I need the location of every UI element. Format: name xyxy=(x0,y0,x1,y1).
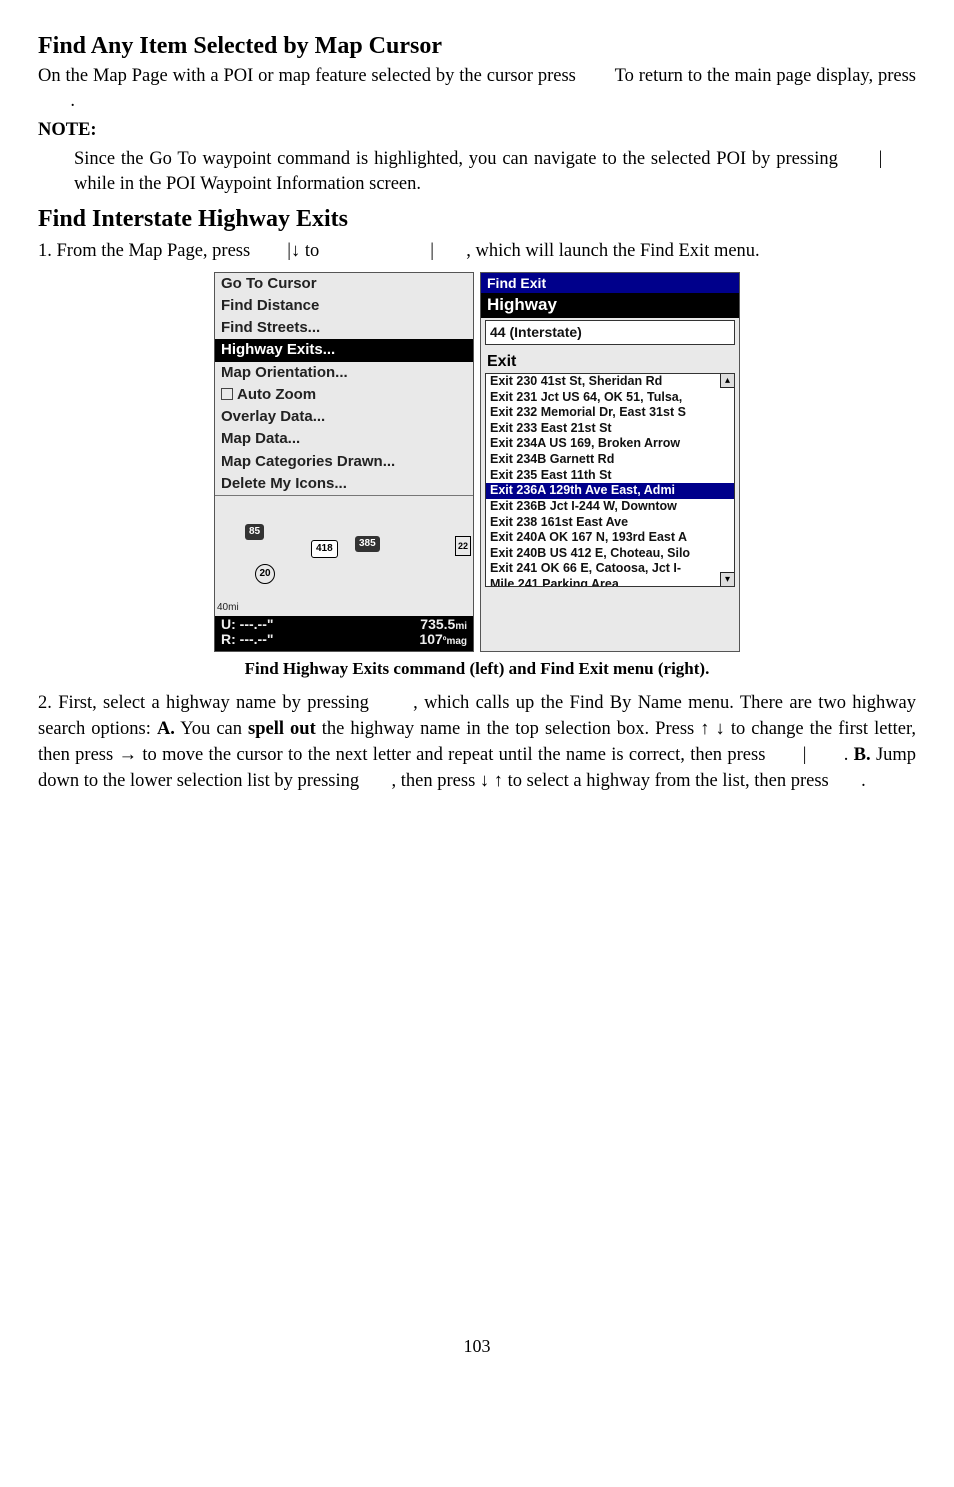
scroll-down-button[interactable]: ▾ xyxy=(720,572,734,586)
text-bold-a: A. xyxy=(157,719,175,739)
distance-unit: mi xyxy=(455,621,467,632)
status-bar: U: ---.--" R: ---.--" 735.5mi 107ºmag xyxy=(215,616,473,651)
heading-find-any-item: Find Any Item Selected by Map Cursor xyxy=(38,30,916,62)
text: , which will launch the Find Exit menu. xyxy=(466,241,759,261)
u-value: ---.--" xyxy=(240,616,274,632)
r-value: ---.--" xyxy=(240,631,274,647)
paragraph-find-any-item: On the Map Page with a POI or map featur… xyxy=(38,64,916,114)
menu-item-map-categories-drawn[interactable]: Map Categories Drawn... xyxy=(215,451,473,473)
hwy-shield-385: 385 xyxy=(355,536,380,552)
map-area: 85 418 385 20 40mi 22 xyxy=(215,495,473,616)
text: | xyxy=(803,745,807,765)
text: . xyxy=(70,91,75,111)
exit-row[interactable]: Exit 238 161st East Ave xyxy=(486,515,734,531)
hwy-marker-22: 22 xyxy=(455,536,471,556)
panel-title-find-exit: Find Exit xyxy=(481,273,739,294)
exit-row[interactable]: Exit 240A OK 167 N, 193rd East A xyxy=(486,530,734,546)
up-arrow-icon: ▴ xyxy=(721,374,734,388)
menu-item-delete-my-icons[interactable]: Delete My Icons... xyxy=(215,473,473,495)
down-arrow-icon: ↓ xyxy=(291,239,300,260)
down-arrow-icon: ↓ xyxy=(716,717,725,738)
note-body: Since the Go To waypoint command is high… xyxy=(74,147,916,197)
text: to xyxy=(305,241,324,261)
text: to select a highway from the list, then … xyxy=(508,771,834,791)
text: 2. First, select a highway name by press… xyxy=(38,693,375,713)
text: You can xyxy=(180,719,248,739)
text: | xyxy=(430,241,434,261)
exit-row-selected[interactable]: Exit 236A 129th Ave East, Admi xyxy=(486,483,734,499)
paragraph-step1: 1. From the Map Page, press |↓ to | , wh… xyxy=(38,238,916,264)
exit-row[interactable]: Exit 233 East 21st St xyxy=(486,421,734,437)
right-arrow-icon: → xyxy=(119,743,138,764)
text: . xyxy=(844,745,854,765)
status-right: 735.5mi 107ºmag xyxy=(419,617,467,648)
figure: Go To Cursor Find Distance Find Streets.… xyxy=(38,272,916,681)
exit-row[interactable]: Exit 234A US 169, Broken Arrow xyxy=(486,436,734,452)
map-scale: 40mi xyxy=(217,601,239,615)
menu-item-auto-zoom[interactable]: Auto Zoom xyxy=(215,384,473,406)
exit-row[interactable]: Exit 240B US 412 E, Choteau, Silo xyxy=(486,546,734,562)
text-bold-b: B. xyxy=(854,745,871,765)
text: | xyxy=(879,149,883,169)
text: while in the POI Waypoint Information sc… xyxy=(74,174,421,194)
menu-item-find-distance[interactable]: Find Distance xyxy=(215,295,473,317)
hwy-shield-418: 418 xyxy=(311,540,338,558)
text: to move the cursor to the next let­ter a… xyxy=(142,745,770,765)
text: On the Map Page with a POI or map featur… xyxy=(38,66,581,86)
menu-item-map-data[interactable]: Map Data... xyxy=(215,428,473,450)
exit-row[interactable]: Exit 232 Memorial Dr, East 31st S xyxy=(486,405,734,421)
status-left: U: ---.--" R: ---.--" xyxy=(221,617,274,648)
exit-row[interactable]: Exit 236B Jct I-244 W, Downtow xyxy=(486,499,734,515)
menu-list: Go To Cursor Find Distance Find Streets.… xyxy=(215,273,473,496)
text: 1. From the Map Page, press xyxy=(38,241,255,261)
menu-item-map-orientation[interactable]: Map Orientation... xyxy=(215,362,473,384)
r-label: R: xyxy=(221,631,236,647)
hwy-circle-20: 20 xyxy=(255,564,275,584)
bearing-value: 107 xyxy=(419,631,442,647)
text: . xyxy=(861,771,866,791)
menu-item-find-streets[interactable]: Find Streets... xyxy=(215,317,473,339)
exit-row[interactable]: Exit 235 East 11th St xyxy=(486,468,734,484)
exit-row[interactable]: Exit 234B Garnett Rd xyxy=(486,452,734,468)
text: NOTE: xyxy=(38,120,97,140)
distance-value: 735.5 xyxy=(420,616,455,632)
exit-list[interactable]: ▴ Exit 230 41st St, Sheridan Rd Exit 231… xyxy=(485,373,735,587)
down-arrow-icon: ▾ xyxy=(721,573,734,587)
menu-item-go-to-cursor[interactable]: Go To Cursor xyxy=(215,273,473,295)
highway-label: Highway xyxy=(481,293,739,318)
heading-find-interstate: Find Interstate Highway Exits xyxy=(38,203,916,235)
exit-label: Exit xyxy=(481,349,739,373)
text: the highway name in the top selection bo… xyxy=(322,719,700,739)
paragraph-step2: 2. First, select a highway name by press… xyxy=(38,691,916,794)
highway-value[interactable]: 44 (Interstate) xyxy=(485,320,735,345)
text-bold-spell-out: spell out xyxy=(248,719,316,739)
bearing-unit: mag xyxy=(446,636,467,647)
up-arrow-icon: ↑ xyxy=(494,769,503,790)
exit-row[interactable]: Mile 241 Parking Area xyxy=(486,577,734,587)
down-arrow-icon: ↓ xyxy=(480,769,489,790)
menu-item-highway-exits[interactable]: Highway Exits... xyxy=(215,339,473,361)
text: Since the Go To waypoint command is high… xyxy=(74,149,844,169)
scroll-up-button[interactable]: ▴ xyxy=(720,374,734,388)
exit-row[interactable]: Exit 231 Jct US 64, OK 51, Tulsa, xyxy=(486,390,734,406)
right-device-panel: Find Exit Highway 44 (Interstate) Exit ▴… xyxy=(480,272,740,652)
menu-item-overlay-data[interactable]: Overlay Data... xyxy=(215,406,473,428)
left-device-panel: Go To Cursor Find Distance Find Streets.… xyxy=(214,272,474,652)
exit-row[interactable]: Exit 230 41st St, Sheridan Rd xyxy=(486,374,734,390)
exit-row[interactable]: Exit 241 OK 66 E, Catoosa, Jct I- xyxy=(486,561,734,577)
text: To return to the main page display, pres… xyxy=(615,66,916,86)
text: , then press xyxy=(392,771,480,791)
page-number: 103 xyxy=(38,1334,916,1358)
note-label: NOTE: xyxy=(38,118,916,143)
up-arrow-icon: ↑ xyxy=(700,717,709,738)
u-label: U: xyxy=(221,616,236,632)
hwy-shield-85: 85 xyxy=(245,524,264,540)
figure-caption: Find Highway Exits command (left) and Fi… xyxy=(38,658,916,681)
